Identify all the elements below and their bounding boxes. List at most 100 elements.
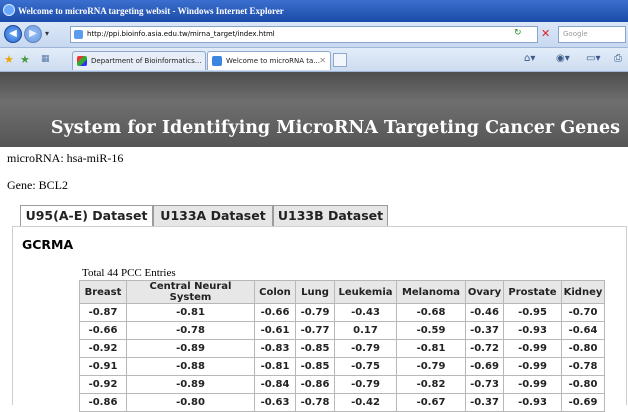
browser-tab-label: Department of Bioinformatics... [91, 57, 202, 65]
table-cell: -0.85 [295, 339, 335, 358]
history-dropdown-icon[interactable]: ▾ [45, 29, 49, 38]
table-cell: -0.85 [295, 357, 335, 376]
table-cell: -0.79 [334, 339, 397, 358]
table-cell: -0.92 [79, 375, 127, 394]
ie-page-icon [212, 56, 222, 66]
table-cell: -0.91 [79, 357, 127, 376]
table-cell: -0.86 [79, 393, 127, 412]
table-cell: -0.79 [295, 303, 335, 322]
table-cell: -0.80 [126, 393, 255, 412]
table-cell: -0.99 [503, 357, 562, 376]
table-cell: -0.89 [126, 339, 255, 358]
stop-icon[interactable]: ✕ [541, 27, 550, 40]
table-cell: -0.63 [254, 393, 296, 412]
table-cell: -0.83 [254, 339, 296, 358]
table-cell: -0.88 [126, 357, 255, 376]
multicolor-site-icon [77, 56, 87, 66]
table-cell: -0.95 [503, 303, 562, 322]
table-cell: -0.92 [79, 339, 127, 358]
table-cell: -0.87 [79, 303, 127, 322]
table-cell: -0.82 [396, 375, 466, 394]
table-cell: -0.64 [561, 321, 605, 340]
window-title: Welcome to microRNA targeting websit - W… [18, 6, 284, 16]
table-cell: -0.99 [503, 339, 562, 358]
browser-tab-bioinformatics[interactable]: Department of Bioinformatics... [72, 51, 206, 70]
tab-u133b-dataset[interactable]: U133B Dataset [273, 205, 388, 226]
table-row: -0.92 -0.89 -0.84 -0.86 -0.79 -0.82 -0.7… [79, 375, 605, 394]
address-toolbar: ◀ ▶ ▾ http://ppi.bioinfo.asia.edu.tw/mir… [0, 22, 628, 48]
new-tab-button[interactable] [333, 53, 347, 67]
table-cell: -0.46 [465, 303, 504, 322]
add-favorites-icon[interactable]: ★ [20, 53, 30, 66]
table-cell: -0.89 [126, 375, 255, 394]
table-cell: -0.69 [561, 393, 605, 412]
table-cell: -0.61 [254, 321, 296, 340]
page-menu-icon[interactable]: ▭▾ [586, 53, 600, 64]
table-cell: -0.69 [465, 357, 504, 376]
total-entries: Total 44 PCC Entries [82, 267, 176, 279]
table-cell: -0.78 [126, 321, 255, 340]
pcc-table: Breast Central Neural System Colon Lung … [79, 280, 605, 412]
feeds-icon[interactable]: ◉▾ [556, 53, 570, 64]
tab-u95-dataset[interactable]: U95(A-E) Dataset [20, 205, 153, 227]
column-header: Prostate [503, 280, 562, 304]
table-cell: -0.81 [254, 357, 296, 376]
table-cell: -0.93 [503, 393, 562, 412]
table-cell: -0.75 [334, 357, 397, 376]
column-header: Melanoma [396, 280, 466, 304]
table-cell: -0.37 [465, 393, 504, 412]
table-cell: -0.99 [503, 375, 562, 394]
forward-button[interactable]: ▶ [24, 25, 42, 43]
table-cell: -0.78 [295, 393, 335, 412]
address-url: http://ppi.bioinfo.asia.edu.tw/mirna_tar… [87, 30, 275, 38]
column-header: Colon [254, 280, 296, 304]
browser-tab-microrna[interactable]: Welcome to microRNA ta... ✕ [207, 51, 331, 70]
table-cell: -0.73 [465, 375, 504, 394]
page-icon [74, 30, 83, 39]
table-cell: -0.59 [396, 321, 466, 340]
table-header-row: Breast Central Neural System Colon Lung … [79, 280, 605, 304]
table-cell: -0.70 [561, 303, 605, 322]
table-cell: -0.79 [396, 357, 466, 376]
table-cell: -0.42 [334, 393, 397, 412]
microrna-label: microRNA: hsa-miR-16 [7, 151, 124, 165]
table-cell: -0.67 [396, 393, 466, 412]
table-cell: -0.66 [254, 303, 296, 322]
table-cell: -0.78 [561, 357, 605, 376]
table-cell: -0.84 [254, 375, 296, 394]
table-row: -0.87 -0.81 -0.66 -0.79 -0.43 -0.68 -0.4… [79, 303, 605, 322]
table-cell: -0.80 [561, 375, 605, 394]
table-row: -0.91 -0.88 -0.81 -0.85 -0.75 -0.79 -0.6… [79, 357, 605, 376]
table-row: -0.92 -0.89 -0.83 -0.85 -0.79 -0.81 -0.7… [79, 339, 605, 358]
table-cell: -0.80 [561, 339, 605, 358]
table-cell: -0.93 [503, 321, 562, 340]
table-cell: -0.81 [396, 339, 466, 358]
internet-explorer-icon [3, 4, 15, 16]
section-title: GCRMA [22, 237, 74, 252]
print-icon[interactable]: ⎙ [614, 53, 622, 64]
table-cell: -0.37 [465, 321, 504, 340]
address-input[interactable]: http://ppi.bioinfo.asia.edu.tw/mirna_tar… [70, 26, 538, 43]
table-row: -0.66 -0.78 -0.61 -0.77 0.17 -0.59 -0.37… [79, 321, 605, 340]
search-input[interactable]: Google [558, 26, 626, 43]
quick-tabs-icon[interactable]: ▦ [41, 54, 50, 64]
column-header: Breast [79, 280, 127, 304]
favorites-star-icon[interactable]: ★ [4, 53, 14, 66]
table-row: -0.86 -0.80 -0.63 -0.78 -0.42 -0.67 -0.3… [79, 393, 605, 412]
search-placeholder: Google [563, 30, 588, 38]
banner-title: System for Identifying MicroRNA Targetin… [50, 118, 620, 138]
column-header: Leukemia [334, 280, 397, 304]
close-tab-icon[interactable]: ✕ [319, 52, 326, 70]
back-button[interactable]: ◀ [4, 25, 22, 43]
column-header: Ovary [465, 280, 504, 304]
column-header: Lung [295, 280, 335, 304]
gene-label: Gene: BCL2 [7, 178, 68, 192]
tab-u133a-dataset[interactable]: U133A Dataset [153, 205, 273, 226]
table-cell: -0.72 [465, 339, 504, 358]
refresh-icon[interactable]: ↻ [514, 28, 522, 38]
home-icon[interactable]: ⌂▾ [524, 53, 535, 64]
browser-tab-label: Welcome to microRNA ta... [226, 57, 320, 65]
table-cell: -0.43 [334, 303, 397, 322]
table-cell: -0.68 [396, 303, 466, 322]
table-cell: -0.81 [126, 303, 255, 322]
